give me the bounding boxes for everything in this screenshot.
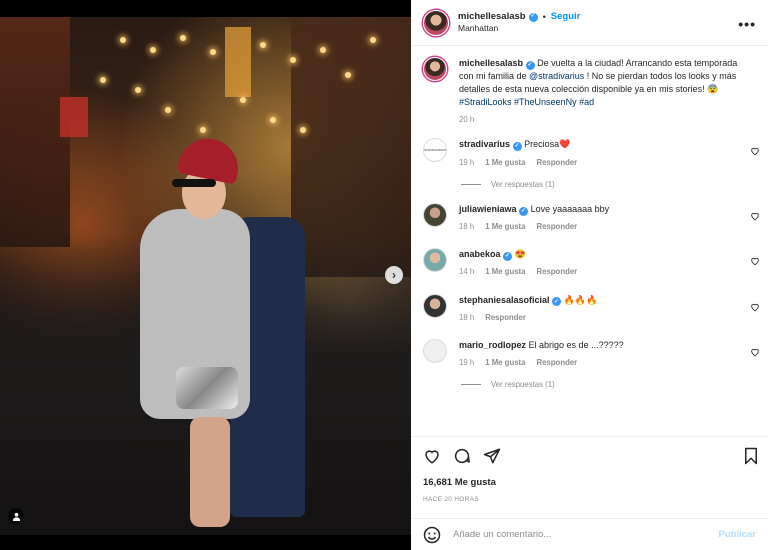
comments-list[interactable]: michellesalasb ✓ De vuelta a la ciudad! … (411, 47, 768, 435)
view-replies-button[interactable]: Ver respuestas (1) (461, 380, 768, 389)
heart-icon[interactable] (423, 447, 441, 465)
comment-icon[interactable] (453, 447, 471, 465)
post-timestamp[interactable]: HACE 20 HORAS (423, 496, 479, 503)
author-username[interactable]: michellesalasb (458, 11, 526, 23)
verified-badge-icon: ✓ (552, 297, 562, 307)
caption-mention-link[interactable]: @stradivarius (529, 71, 584, 81)
comment-item: stephaniesalasoficial ✓ 🔥🔥🔥 18 h Respond… (411, 293, 768, 323)
comment-reply-button[interactable]: Responder (536, 221, 577, 232)
verified-badge-icon: ✓ (519, 206, 529, 216)
comment-likes[interactable]: 1 Me gusta (485, 357, 525, 368)
comment-item: STRADIVARIUS stradivarius ✓ Preciosa❤️ 1… (411, 138, 768, 167)
comment-username[interactable]: anabekoa (459, 249, 501, 259)
comment-item: mario_rodlopez El abrigo es de ...????? … (411, 338, 768, 368)
view-replies-label[interactable]: Ver respuestas (1) (491, 180, 555, 189)
post-photo[interactable] (0, 17, 411, 535)
comment-username[interactable]: juliawieniawa (459, 204, 517, 214)
photo-legs (190, 417, 230, 527)
author-avatar[interactable] (423, 9, 449, 36)
comment-time: 18 h (459, 312, 475, 322)
verified-badge-icon: ✓ (525, 60, 535, 70)
likes-count[interactable]: 16,681 Me gusta (423, 477, 496, 488)
comment-heart-icon[interactable] (750, 302, 760, 312)
verified-badge-icon: ✓ (503, 252, 513, 262)
comment-time: 19 h (459, 157, 475, 167)
comment-avatar[interactable]: STRADIVARIUS (423, 138, 447, 163)
comment-item: juliawieniawa ✓ Love yaaaaaaa bby 18 h 1… (411, 202, 768, 232)
comment-time: 14 h (459, 267, 475, 277)
replies-divider (461, 183, 481, 185)
photo-person (140, 133, 320, 535)
share-icon[interactable] (483, 447, 501, 465)
comment-username[interactable]: stephaniesalasoficial (459, 295, 550, 305)
comment-heart-icon[interactable] (750, 347, 760, 357)
comment-text: El abrigo es de ...????? (528, 339, 624, 350)
comment-avatar[interactable] (423, 338, 447, 363)
verified-badge-icon: ✓ (528, 12, 538, 22)
instagram-post-modal: › michellesalasb ✓ • Seguir Manhattan ••… (0, 0, 768, 550)
next-arrow-icon[interactable]: › (385, 266, 403, 284)
comment-reply-button[interactable]: Responder (536, 157, 577, 168)
comment-time: 19 h (459, 357, 475, 367)
caption-avatar[interactable] (423, 57, 447, 81)
caption-hashtags[interactable]: #StradiLooks #TheUnseenNy #ad (459, 97, 594, 107)
comment-likes[interactable]: 1 Me gusta (485, 221, 525, 232)
post-actions: 16,681 Me gusta HACE 20 HORAS (411, 436, 768, 518)
photo-bag (176, 367, 238, 409)
comment-avatar[interactable] (423, 202, 447, 227)
comment-text: 🔥🔥🔥 (563, 294, 598, 305)
publish-button[interactable]: Publicar (719, 529, 757, 540)
add-comment-input[interactable]: Añade un comentario... (453, 529, 719, 540)
post-header: michellesalasb ✓ • Seguir Manhattan ••• (411, 0, 768, 46)
photo-sunglasses (172, 179, 216, 187)
verified-badge-icon: ✓ (512, 142, 522, 152)
comment-avatar[interactable] (423, 248, 447, 273)
comment-text: Love yaaaaaaa bby (530, 203, 610, 214)
comment-heart-icon[interactable] (750, 211, 760, 221)
comment-time: 18 h (459, 221, 475, 231)
comment-avatar[interactable] (423, 293, 447, 318)
comment-item: anabekoa ✓ 😍 14 h 1 Me gusta Responder (411, 248, 768, 277)
post-side-panel: michellesalasb ✓ • Seguir Manhattan ••• … (411, 0, 768, 550)
view-replies-button[interactable]: Ver respuestas (1) (461, 180, 768, 189)
post-caption: michellesalasb ✓ De vuelta a la ciudad! … (411, 57, 768, 125)
comment-heart-icon[interactable] (750, 256, 760, 266)
comment-username[interactable]: stradivarius (459, 139, 510, 149)
comment-reply-button[interactable]: Responder (536, 357, 577, 368)
replies-divider (461, 384, 481, 386)
comment-heart-icon[interactable] (750, 146, 760, 156)
comment-reply-button[interactable]: Responder (485, 312, 526, 323)
caption-time: 20 h (459, 115, 475, 125)
more-options-icon[interactable]: ••• (738, 16, 756, 32)
comment-likes[interactable]: 1 Me gusta (485, 157, 525, 168)
view-replies-label[interactable]: Ver respuestas (1) (491, 380, 555, 389)
follow-button[interactable]: Seguir (551, 11, 581, 23)
comment-text: Preciosa❤️ (524, 139, 571, 150)
emoji-icon[interactable] (423, 526, 441, 544)
add-comment-bar: Añade un comentario... Publicar (411, 518, 768, 550)
user-tag-icon[interactable] (8, 508, 24, 524)
comment-likes[interactable]: 1 Me gusta (485, 266, 525, 277)
comment-reply-button[interactable]: Responder (536, 266, 577, 277)
caption-username[interactable]: michellesalasb (459, 58, 523, 68)
comment-username[interactable]: mario_rodlopez (459, 340, 526, 350)
post-location[interactable]: Manhattan (458, 23, 580, 34)
comment-text: 😍 (514, 249, 526, 260)
bookmark-icon[interactable] (742, 447, 760, 465)
separator-dot: • (542, 11, 546, 22)
